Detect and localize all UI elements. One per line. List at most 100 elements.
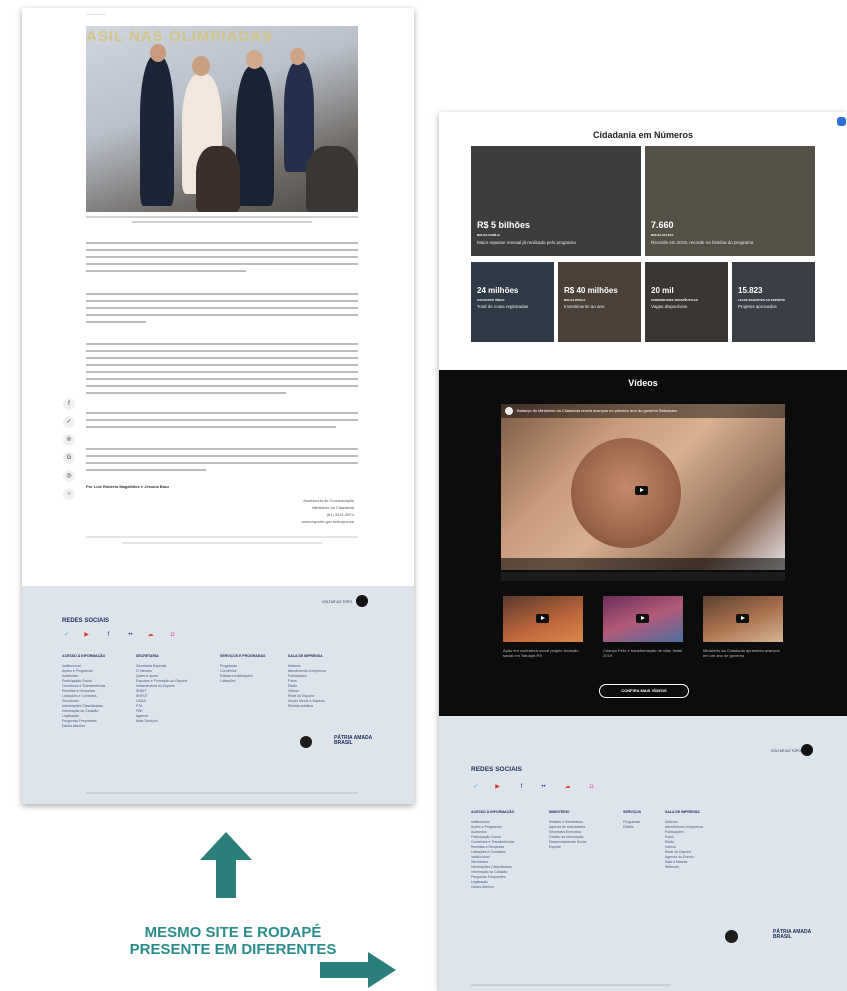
go-top-label: VOLTAR AO TOPO [771,749,802,753]
play-icon[interactable] [636,614,649,623]
youtube-social-icon[interactable]: ▶ [493,784,502,791]
footer-link[interactable]: Editais [623,825,640,830]
facebook-social-icon[interactable]: f [104,632,113,639]
twitter-social-icon[interactable]: ✓ [62,632,71,639]
play-icon[interactable] [635,486,648,495]
main-video-player[interactable]: Balanço do Ministério da Cidadania revel… [501,404,785,570]
youtube-social-icon[interactable]: ▶ [82,632,91,639]
footer-col-heading: SERVIÇOS [623,810,642,814]
videos-title: Vídeos [628,378,658,388]
stat-description: Projetos aprovados [738,304,777,309]
video-caption[interactable]: Criança Feliz é transformação de vida: N… [603,648,685,658]
video-thumb-2[interactable] [603,596,683,642]
article-photo: ASIL NAS OLIMPIADAS [86,26,358,212]
annotation-text: MESMO SITE E RODAPÉ PRESENTE EM DIFERENT… [129,924,337,958]
video-thumbnail-face [571,438,681,548]
footer-link[interactable]: Mais Serviços [136,719,187,724]
video-thumb-3[interactable] [703,596,783,642]
stat-value: R$ 40 milhões [564,286,618,295]
site-footer-right: VOLTAR AO TOPO REDES SOCIAIS ✓ ▶ f •• ☁ … [439,716,847,991]
stat-label: Comunidades Terapêuticas [651,298,698,302]
brasil-logo: PÁTRIA AMADA BRASIL [334,735,373,746]
go-top-button[interactable] [356,595,368,607]
stat-card[interactable]: R$ 40 milhões Bolsa Pesca Investimento a… [558,262,641,342]
footer-link[interactable]: Revista artística [288,704,326,709]
social-title: REDES SOCIAIS [471,766,522,773]
pinterest-icon[interactable]: ℗ [63,434,75,446]
footer-link[interactable]: Dados Abertos [62,724,105,729]
stat-description: Vagas disponíveis [651,304,688,309]
chat-icon[interactable] [837,117,846,126]
stat-card[interactable]: 20 mil Comunidades Terapêuticas Vagas di… [645,262,728,342]
stat-card[interactable]: 24 milhões Cadastro Único Total de cotas… [471,262,554,342]
google-plus-icon[interactable]: G [63,452,75,464]
messenger-icon[interactable]: ◎ [63,470,75,482]
site-footer-left: VOLTAR AO TOPO REDES SOCIAIS ✓ ▶ f •• ☁ … [22,586,414,804]
footer-col-heading: SALA DE IMPRENSA [288,654,323,658]
stat-value: 7.660 [651,220,674,230]
footer-link[interactable]: Licitações [220,679,253,684]
stat-card[interactable]: 7.660 Bolsa Atleta Recorde em 2019, reco… [645,146,815,256]
signature-line-1: Assessoria de Comunicação [303,498,354,503]
left-page-screenshot: ─────── ASIL NAS OLIMPIADAS Por Luiz Rob… [22,8,414,804]
stat-label: Lei de Incentivo ao Esporte [738,298,786,302]
go-top-label: VOLTAR AO TOPO [322,600,353,604]
footer-link[interactable]: Dados Abertos [471,885,514,890]
numbers-title: Cidadania em Números [592,130,694,140]
signature-line-4: www.esporte.gov.br/imprensa [301,519,354,524]
stat-description: Total de cotas registradas [477,304,529,309]
more-videos-button[interactable]: CONFIRA MAIS VÍDEOS [599,684,689,698]
video-caption[interactable]: Ministério da Cidadania apresenta avanço… [703,648,785,658]
video-info-bar [501,572,785,581]
soundcloud-social-icon[interactable]: ☁ [146,632,155,639]
twitter-icon[interactable]: ✓ [63,416,75,428]
footer-link[interactable]: Webmail [665,865,703,870]
footer-link[interactable]: Esporte [549,845,586,850]
instagram-social-icon[interactable]: ◘ [168,632,177,639]
main-video-title: Balanço do Ministério da Cidadania revel… [517,408,678,413]
flickr-social-icon[interactable]: •• [539,784,548,791]
whatsapp-icon[interactable]: ○ [63,488,75,500]
stat-value: 15.823 [738,286,763,295]
facebook-icon[interactable]: f [63,398,75,410]
go-top-button[interactable] [801,744,813,756]
footer-col-heading: ACESSO À INFORMAÇÃO [471,810,515,814]
article-byline: Por Luiz Roberto Magalhães e Jessica Bac… [86,484,170,489]
stat-card[interactable]: 15.823 Lei de Incentivo ao Esporte Proje… [732,262,815,342]
video-caption[interactable]: Ação em contratura social projeto Inclus… [503,648,585,658]
video-thumb-1[interactable] [503,596,583,642]
stat-description: Recorde em 2019, recorde na história do … [651,240,754,245]
stat-card[interactable]: R$ 5 bilhões Bolsa Família Maior repasse… [471,146,641,256]
twitter-social-icon[interactable]: ✓ [471,784,480,791]
brasil-logo: PÁTRIA AMADA BRASIL [773,929,812,940]
right-page-screenshot: Cidadania em Números R$ 5 bilhões Bolsa … [439,112,847,991]
stat-label: Bolsa Atleta [651,233,674,237]
footer-col-heading: SALA DE IMPRENSA [665,810,700,814]
stat-label: Bolsa Família [477,233,501,237]
ministry-seal-icon [725,930,738,943]
footer-col-heading: ACESSO À INFORMAÇÃO [62,654,106,658]
play-icon[interactable] [736,614,749,623]
stat-value: R$ 5 bilhões [477,220,531,230]
footer-col-heading: SECRETARIA [136,654,159,658]
instagram-social-icon[interactable]: ◘ [587,784,596,791]
facebook-social-icon[interactable]: f [517,784,526,791]
footer-col-heading: SERVIÇOS E PROGRAMAS [220,654,266,658]
stat-value: 24 milhões [477,286,519,295]
stat-value: 20 mil [651,286,674,295]
stat-description: Investimento ao ano [564,304,605,309]
stat-description: Maior repasse mensal já realizado pelo p… [477,240,576,245]
breadcrumb: ─────── [86,12,106,17]
signature-line-3: (61) 3431-9874 [326,512,354,517]
soundcloud-social-icon[interactable]: ☁ [563,784,572,791]
footer-col-heading: MINISTÉRIO [549,810,570,814]
photo-banner: ASIL NAS OLIMPIADAS [86,28,274,45]
signature-line-2: Ministério da Cidadania [312,505,354,510]
stat-label: Bolsa Pesca [564,298,586,302]
play-icon[interactable] [536,614,549,623]
social-title: REDES SOCIAIS [62,618,110,624]
arrow-up-icon [200,832,252,898]
flickr-social-icon[interactable]: •• [126,632,135,639]
videos-section: Vídeos Balanço do Ministério da Cidadani… [439,370,847,716]
stat-label: Cadastro Único [477,298,505,302]
